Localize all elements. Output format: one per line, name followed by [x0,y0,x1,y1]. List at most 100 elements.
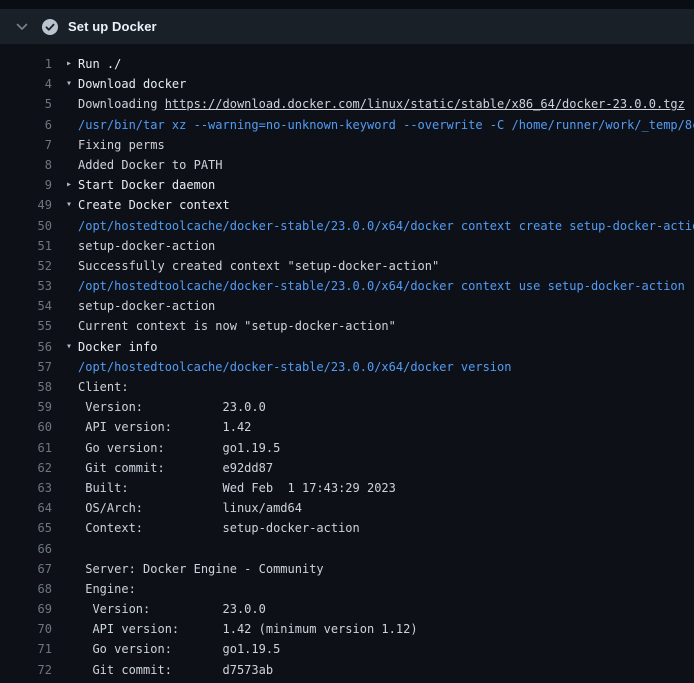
log-line: 63 Built: Wed Feb 1 17:43:29 2023 [0,478,694,498]
indent-spacer [66,660,78,680]
log-text: Docker info [78,337,157,357]
line-number[interactable]: 70 [0,619,52,639]
log-line: 51 setup-docker-action [0,236,694,256]
log-line: 67 Server: Docker Engine - Community [0,559,694,579]
step-header[interactable]: Set up Docker [0,9,694,44]
line-number[interactable]: 68 [0,579,52,599]
log-group-line[interactable]: 9▸Start Docker daemon [0,175,694,195]
log-line: 58 Client: [0,377,694,397]
log-group-line[interactable]: 1 ▸Run ./ [0,54,694,74]
disclosure-expanded-icon[interactable]: ▾ [66,195,78,215]
disclosure-collapsed-icon[interactable]: ▸ [66,54,78,74]
indent-spacer [66,438,78,458]
log-line: 59 Version: 23.0.0 [0,397,694,417]
log-plain-text: Run ./ [78,57,121,71]
line-number[interactable]: 50 [0,216,52,236]
log-plain-text: API version: 1.42 [78,420,251,434]
indent-spacer [66,498,78,518]
line-number[interactable]: 5 [0,94,52,114]
disclosure-expanded-icon[interactable]: ▾ [66,74,78,94]
line-number[interactable]: 7 [0,135,52,155]
log-line: 70 API version: 1.42 (minimum version 1.… [0,619,694,639]
log-text: Added Docker to PATH [78,155,223,175]
indent-spacer [66,296,78,316]
chevron-down-icon[interactable] [16,21,28,33]
log-text: Fixing perms [78,135,165,155]
line-number[interactable]: 69 [0,599,52,619]
line-number[interactable]: 57 [0,357,52,377]
line-number[interactable]: 58 [0,377,52,397]
line-number[interactable]: 72 [0,660,52,680]
log-plain-text: Git commit: e92dd87 [78,461,273,475]
log-line: 60 API version: 1.42 [0,417,694,437]
line-number[interactable]: 59 [0,397,52,417]
log-group-line[interactable]: 49 ▾Create Docker context [0,195,694,215]
line-number[interactable]: 65 [0,518,52,538]
line-number[interactable]: 49 [0,195,52,215]
indent-spacer [66,256,78,276]
line-number[interactable]: 62 [0,458,52,478]
line-number[interactable]: 51 [0,236,52,256]
log-text: Create Docker context [78,195,230,215]
log-link[interactable]: https://download.docker.com/linux/static… [165,97,685,111]
disclosure-expanded-icon[interactable]: ▾ [66,337,78,357]
log-text: Git commit: d7573ab [78,660,273,680]
line-number[interactable]: 4 [0,74,52,94]
line-number[interactable]: 1 [0,54,52,74]
log-command-text: /usr/bin/tar xz --warning=no-unknown-key… [78,118,694,132]
line-number[interactable]: 60 [0,417,52,437]
log-plain-text: Docker info [78,340,157,354]
log-text: Go version: go1.19.5 [78,438,280,458]
log-line: 8 Added Docker to PATH [0,155,694,175]
log-line: 6/usr/bin/tar xz --warning=no-unknown-ke… [0,115,694,135]
check-circle-icon [42,19,58,35]
log-text: Current context is now "setup-docker-act… [78,316,396,336]
line-number[interactable]: 9 [0,175,52,195]
indent-spacer [66,115,78,135]
log-plain-text: setup-docker-action [78,239,215,253]
log-text: API version: 1.42 [78,417,251,437]
log-text: /opt/hostedtoolcache/docker-stable/23.0.… [78,276,685,296]
log-plain-text: Engine: [78,582,136,596]
log-text: /usr/bin/tar xz --warning=no-unknown-key… [78,115,694,135]
log-text: Client: [78,377,129,397]
indent-spacer [66,579,78,599]
line-number[interactable]: 66 [0,539,52,559]
log-command-text: /opt/hostedtoolcache/docker-stable/23.0.… [78,279,685,293]
indent-spacer [66,357,78,377]
line-number[interactable]: 61 [0,438,52,458]
line-number[interactable]: 64 [0,498,52,518]
log-line: 61 Go version: go1.19.5 [0,438,694,458]
log-text: Context: setup-docker-action [78,518,360,538]
indent-spacer [66,135,78,155]
log-plain-text: Fixing perms [78,138,165,152]
line-number[interactable]: 52 [0,256,52,276]
log-text: API version: 1.42 (minimum version 1.12) [78,619,418,639]
log-group-line[interactable]: 56 ▾Docker info [0,337,694,357]
line-number[interactable]: 54 [0,296,52,316]
log-text: Run ./ [78,54,121,74]
line-number[interactable]: 6 [0,115,52,135]
log-group-line[interactable]: 4▾Download docker [0,74,694,94]
log-text: /opt/hostedtoolcache/docker-stable/23.0.… [78,216,694,236]
log-text: Successfully created context "setup-dock… [78,256,439,276]
log-plain-text: Version: 23.0.0 [78,602,266,616]
line-number[interactable]: 53 [0,276,52,296]
log-text: Git commit: e92dd87 [78,458,273,478]
log-plain-text: Version: 23.0.0 [78,400,266,414]
indent-spacer [66,619,78,639]
line-number[interactable]: 8 [0,155,52,175]
log-text: OS/Arch: linux/amd64 [78,498,302,518]
line-number[interactable]: 63 [0,478,52,498]
indent-spacer [66,539,78,559]
line-number[interactable]: 55 [0,316,52,336]
log-container[interactable]: 1▸Run ./4▾Download docker5Downloading ht… [0,44,694,683]
log-text: Downloading https://download.docker.com/… [78,94,685,114]
line-number[interactable]: 56 [0,337,52,357]
line-number[interactable]: 71 [0,639,52,659]
log-text: Version: 23.0.0 [78,599,266,619]
log-plain-text: Go version: go1.19.5 [78,642,280,656]
indent-spacer [66,377,78,397]
line-number[interactable]: 67 [0,559,52,579]
disclosure-collapsed-icon[interactable]: ▸ [66,175,78,195]
